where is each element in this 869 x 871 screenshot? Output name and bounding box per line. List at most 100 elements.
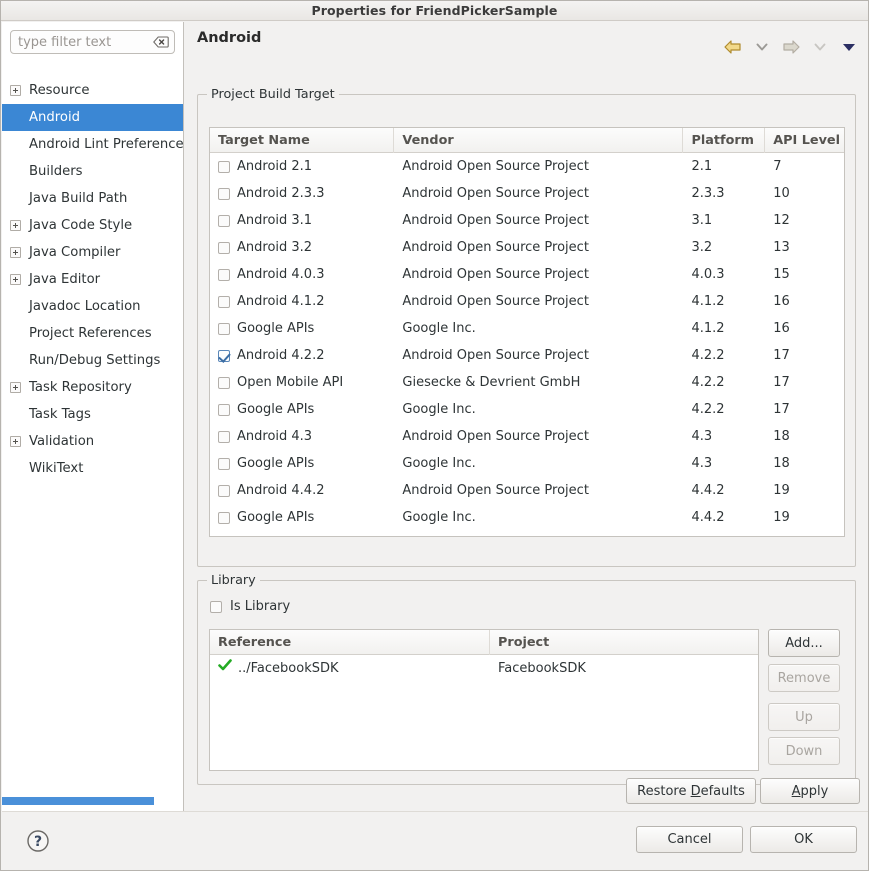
sidebar-item-android-lint-preferences[interactable]: Android Lint Preferences bbox=[2, 131, 184, 158]
library-col-project[interactable]: Project bbox=[490, 630, 758, 655]
table-row[interactable]: Android 4.0.3 Android Open Source Project… bbox=[210, 261, 844, 288]
build-target-platform-cell: 4.2.2 bbox=[691, 375, 725, 390]
is-library-checkbox[interactable] bbox=[210, 600, 222, 613]
scrollbar-thumb[interactable] bbox=[2, 797, 154, 805]
build-target-checkbox[interactable] bbox=[218, 268, 230, 281]
restore-defaults-button[interactable]: Restore Defaults bbox=[626, 778, 756, 804]
table-row[interactable]: Android 3.1 Android Open Source Project 3.… bbox=[210, 207, 844, 234]
build-target-checkbox[interactable] bbox=[218, 241, 230, 254]
add-button[interactable]: Add... bbox=[768, 629, 840, 657]
build-col-platform[interactable]: Platform bbox=[683, 128, 766, 153]
sidebar-item-java-build-path[interactable]: Java Build Path bbox=[2, 185, 183, 212]
sidebar-item-javadoc-location[interactable]: Javadoc Location bbox=[2, 293, 183, 320]
library-reference-cell: ../FacebookSDK bbox=[210, 655, 490, 682]
restore-defaults-label: Restore Defaults bbox=[637, 783, 745, 799]
sidebar-item-wikitext[interactable]: WikiText bbox=[2, 455, 183, 482]
build-col-target-name[interactable]: Target Name bbox=[210, 128, 395, 153]
sidebar-item-builders[interactable]: Builders bbox=[2, 158, 183, 185]
build-col-vendor[interactable]: Vendor bbox=[394, 128, 684, 153]
clear-backspace-icon[interactable] bbox=[150, 31, 172, 53]
sidebar-item-run-debug-settings[interactable]: Run/Debug Settings bbox=[2, 347, 183, 374]
sidebar-item-label: WikiText bbox=[29, 461, 84, 476]
build-target-name-cell: Android 4.3 bbox=[210, 423, 394, 450]
build-target-platform-cell: 3.2 bbox=[691, 240, 713, 255]
expand-plus-icon[interactable] bbox=[10, 274, 21, 285]
sidebar-item-java-compiler[interactable]: Java Compiler bbox=[2, 239, 183, 266]
build-target-platform-cell: 4.4.2 bbox=[691, 483, 725, 498]
sidebar-item-android[interactable]: Android bbox=[2, 104, 183, 131]
filter-input[interactable]: type filter text bbox=[11, 35, 150, 50]
build-target-vendor-cell: Google Inc. bbox=[402, 321, 476, 336]
build-target-checkbox[interactable] bbox=[218, 457, 230, 470]
table-row[interactable]: Google APIs Google Inc. 4.1.2 16 bbox=[210, 315, 844, 342]
build-target-checkbox[interactable] bbox=[218, 187, 230, 200]
sidebar-item-validation[interactable]: Validation bbox=[2, 428, 183, 455]
build-target-name-cell: Android 3.1 bbox=[210, 207, 394, 234]
build-col-api-level[interactable]: API Level bbox=[765, 128, 844, 153]
apply-button[interactable]: Apply bbox=[760, 778, 860, 804]
expand-plus-icon[interactable] bbox=[10, 382, 21, 393]
expand-plus-icon[interactable] bbox=[10, 247, 21, 258]
build-target-name-label: Google APIs bbox=[237, 510, 315, 525]
preference-tree-sidebar: type filter text Resource Android Android … bbox=[2, 22, 184, 811]
cancel-button[interactable]: Cancel bbox=[636, 826, 743, 853]
build-target-checkbox[interactable] bbox=[218, 214, 230, 227]
expand-plus-icon[interactable] bbox=[10, 85, 21, 96]
sidebar-item-resource[interactable]: Resource bbox=[2, 77, 183, 104]
library-col-reference[interactable]: Reference bbox=[210, 630, 490, 655]
page-title: Android bbox=[197, 30, 262, 46]
sidebar-item-label: Android Lint Preferences bbox=[29, 137, 184, 152]
expand-plus-icon[interactable] bbox=[10, 436, 21, 447]
filter-textbox[interactable]: type filter text bbox=[10, 30, 175, 54]
green-check-icon bbox=[218, 655, 232, 682]
build-target-checkbox[interactable] bbox=[218, 403, 230, 416]
table-row[interactable]: Android 2.1 Android Open Source Project 2.… bbox=[210, 153, 844, 180]
back-history-chevron-icon[interactable] bbox=[749, 34, 775, 60]
build-target-table-body: Android 2.1 Android Open Source Project 2.… bbox=[210, 153, 844, 531]
remove-button: Remove bbox=[768, 664, 840, 692]
build-target-checkbox[interactable] bbox=[218, 484, 230, 497]
table-row[interactable]: Google APIs Google Inc. 4.4.2 19 bbox=[210, 504, 844, 531]
table-row[interactable]: Android 4.3 Android Open Source Project 4.… bbox=[210, 423, 844, 450]
table-row[interactable]: Android 3.2 Android Open Source Project 3.… bbox=[210, 234, 844, 261]
sidebar-item-java-code-style[interactable]: Java Code Style bbox=[2, 212, 183, 239]
build-target-checkbox[interactable] bbox=[218, 376, 230, 389]
table-row[interactable]: Android 4.4.2 Android Open Source Project… bbox=[210, 477, 844, 504]
is-library-checkbox-row[interactable]: Is Library bbox=[210, 599, 290, 614]
build-target-api-level-cell: 19 bbox=[773, 483, 790, 498]
sidebar-item-java-editor[interactable]: Java Editor bbox=[2, 266, 183, 293]
sidebar-item-task-repository[interactable]: Task Repository bbox=[2, 374, 183, 401]
table-row[interactable]: Android 2.3.3 Android Open Source Project… bbox=[210, 180, 844, 207]
build-target-checkbox[interactable] bbox=[218, 295, 230, 308]
build-target-checkbox[interactable] bbox=[218, 349, 230, 362]
library-legend: Library bbox=[207, 573, 260, 588]
sidebar-item-task-tags[interactable]: Task Tags bbox=[2, 401, 183, 428]
build-target-checkbox[interactable] bbox=[218, 430, 230, 443]
list-item[interactable]: ../FacebookSDK FacebookSDK bbox=[210, 655, 758, 682]
view-menu-triangle-icon[interactable] bbox=[836, 34, 862, 60]
build-target-vendor-cell: Android Open Source Project bbox=[402, 213, 589, 228]
build-target-name-cell: Android 4.0.3 bbox=[210, 261, 394, 288]
table-row[interactable]: Android 4.1.2 Android Open Source Project… bbox=[210, 288, 844, 315]
table-row[interactable]: Android 4.2.2 Android Open Source Project… bbox=[210, 342, 844, 369]
library-group: Library Is Library Reference Project ../F… bbox=[197, 573, 856, 785]
sidebar-horizontal-scrollbar[interactable] bbox=[2, 797, 183, 805]
back-arrow-icon[interactable] bbox=[720, 34, 746, 60]
help-question-icon[interactable]: ? bbox=[26, 829, 50, 853]
table-row[interactable]: Google APIs Google Inc. 4.3 18 bbox=[210, 450, 844, 477]
sidebar-item-project-references[interactable]: Project References bbox=[2, 320, 183, 347]
table-row[interactable]: Open Mobile API Giesecke & Devrient GmbH 4… bbox=[210, 369, 844, 396]
build-target-checkbox[interactable] bbox=[218, 511, 230, 524]
expand-plus-icon[interactable] bbox=[10, 220, 21, 231]
table-row[interactable]: Google APIs Google Inc. 4.2.2 17 bbox=[210, 396, 844, 423]
project-build-target-legend: Project Build Target bbox=[207, 87, 339, 102]
ok-button[interactable]: OK bbox=[750, 826, 857, 853]
build-target-name-label: Android 4.4.2 bbox=[237, 483, 325, 498]
build-target-platform-cell: 4.2.2 bbox=[691, 348, 725, 363]
build-target-checkbox[interactable] bbox=[218, 322, 230, 335]
preference-tree: Resource Android Android Lint Preferences B… bbox=[2, 77, 184, 482]
build-target-checkbox[interactable] bbox=[218, 160, 230, 173]
properties-dialog: Properties for FriendPickerSample type f… bbox=[0, 0, 869, 871]
